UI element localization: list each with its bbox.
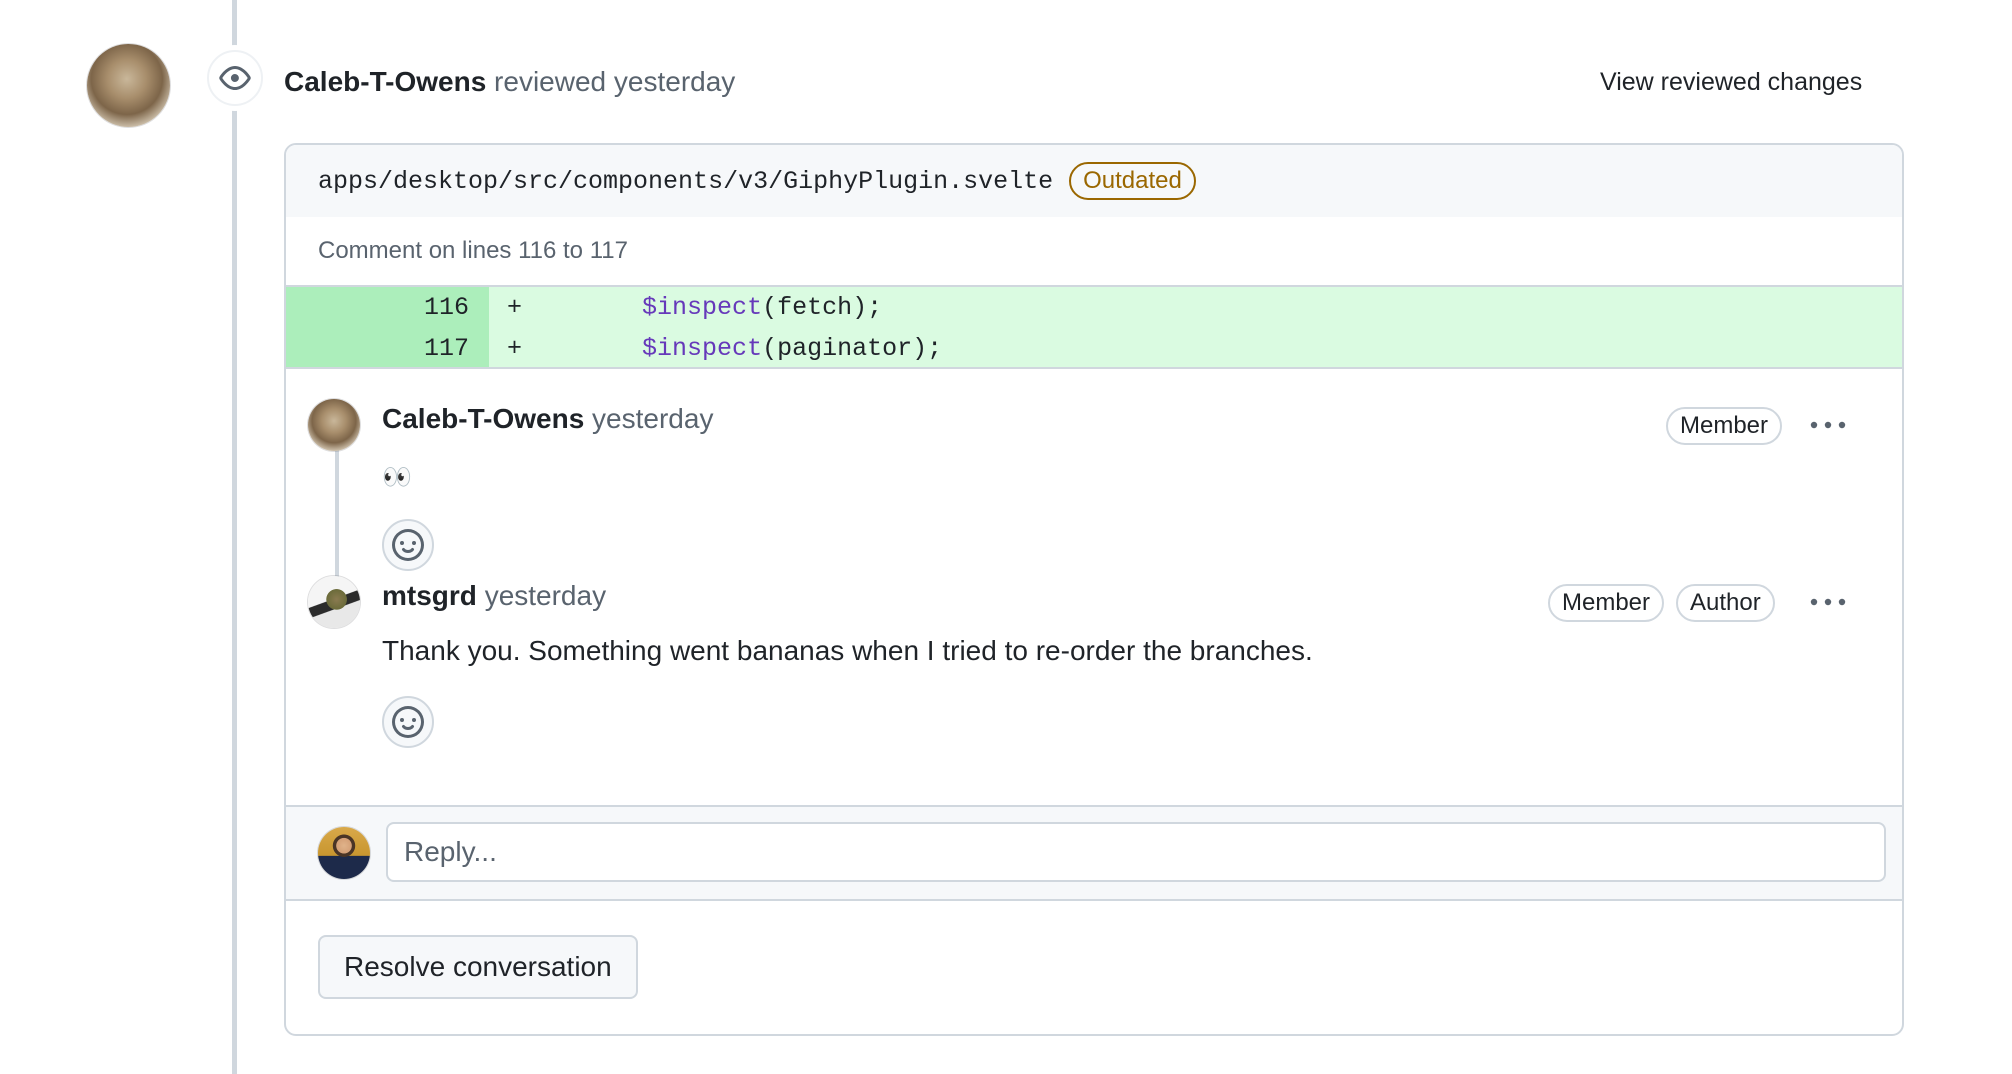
comment-options-button[interactable] (1808, 410, 1848, 440)
current-user-avatar[interactable] (318, 827, 370, 879)
resolve-conversation-button[interactable]: Resolve conversation (318, 935, 638, 999)
reply-area (286, 805, 1902, 901)
avatar[interactable] (308, 576, 360, 628)
eye-icon (219, 66, 251, 90)
file-header: apps/desktop/src/components/v3/GiphyPlug… (286, 145, 1902, 217)
file-path-link[interactable]: apps/desktop/src/components/v3/GiphyPlug… (318, 167, 1053, 196)
thread-actions: Resolve conversation (286, 901, 1902, 1031)
comment-author[interactable]: mtsgrd (382, 580, 477, 611)
thread-connector (335, 439, 339, 579)
smiley-icon (392, 529, 424, 561)
outdated-badge: Outdated (1069, 162, 1196, 200)
add-reaction-button[interactable] (382, 696, 434, 748)
kebab-horizontal-icon (1810, 598, 1846, 606)
comment-author[interactable]: Caleb-T-Owens (382, 403, 584, 434)
comment-header: Caleb-T-Owens yesterday (382, 399, 713, 439)
review-action: reviewed (494, 66, 607, 97)
view-reviewed-changes-link[interactable]: View reviewed changes (1600, 62, 1862, 102)
review-time[interactable]: yesterday (614, 66, 735, 97)
comment-lines-label: Comment on lines 116 to 117 (286, 217, 1902, 287)
member-badge: Member (1548, 584, 1665, 622)
comment-time[interactable]: yesterday (592, 403, 713, 434)
diff-code: + $inspect(paginator); (507, 334, 943, 363)
diff-line-number: 116 (286, 287, 489, 328)
avatar[interactable] (308, 399, 360, 451)
reviewer-avatar[interactable] (87, 44, 170, 127)
review-event-badge (207, 50, 263, 106)
comment-body: Thank you. Something went bananas when I… (382, 635, 1313, 666)
author-badge: Author (1676, 584, 1775, 622)
reply-input[interactable] (386, 822, 1886, 882)
comment-time[interactable]: yesterday (485, 580, 606, 611)
comment-header: mtsgrd yesterday (382, 576, 606, 616)
reviewer-name[interactable]: Caleb-T-Owens (284, 66, 486, 97)
add-reaction-button[interactable] (382, 519, 434, 571)
pr-timeline: Caleb-T-Owens reviewed yesterday View re… (0, 0, 2012, 1074)
comment-options-button[interactable] (1808, 587, 1848, 617)
kebab-horizontal-icon (1810, 421, 1846, 429)
review-summary: Caleb-T-Owens reviewed yesterday (284, 62, 735, 102)
comments-list: Caleb-T-Owens yesterday Member 👀 mtsgrd … (286, 369, 1902, 805)
comment-body: 👀 (382, 463, 412, 491)
diff-code: + $inspect(fetch); (507, 293, 883, 322)
diff-line-number: 117 (286, 328, 489, 367)
smiley-icon (392, 706, 424, 738)
diff-line: 116 + $inspect(fetch); (286, 287, 1902, 328)
diff-line: 117 + $inspect(paginator); (286, 328, 1902, 369)
review-thread: apps/desktop/src/components/v3/GiphyPlug… (284, 143, 1904, 1036)
member-badge: Member (1666, 407, 1783, 445)
timeline-line (232, 0, 237, 1074)
